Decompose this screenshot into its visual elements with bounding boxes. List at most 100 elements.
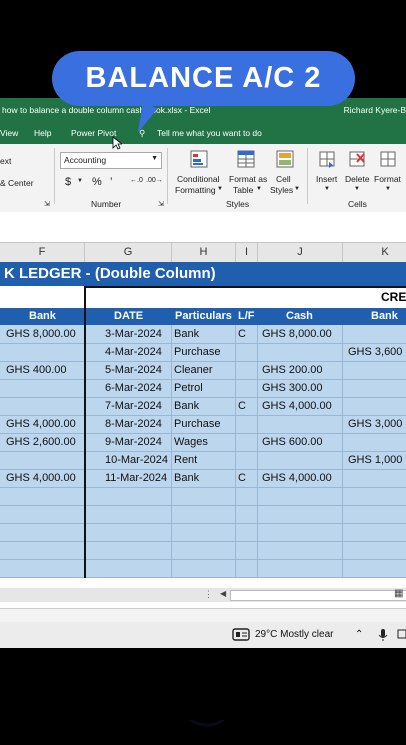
cell-cash[interactable]: GHS 4,000.00 [262, 400, 332, 412]
table-row[interactable]: 7-Mar-2024 Bank C GHS 4,000.00 [0, 397, 406, 416]
decrease-decimal-button[interactable]: .00→ [146, 177, 163, 184]
cell-particulars[interactable]: Bank [174, 400, 199, 412]
cell-bank-left[interactable]: GHS 2,600.00 [6, 436, 76, 448]
cell-date[interactable]: 5-Mar-2024 [105, 364, 162, 376]
delete-button[interactable]: Delete [345, 174, 370, 184]
ledger-title-row[interactable]: K LEDGER - (Double Column) [0, 262, 406, 286]
alignment-launcher-icon[interactable]: ⇲ [44, 200, 50, 208]
format-as-table-button[interactable]: Format as [229, 174, 267, 184]
network-icon[interactable] [397, 629, 406, 641]
cell-date[interactable]: 8-Mar-2024 [105, 418, 162, 430]
cell-bank-right[interactable]: GHS 1,000 [348, 454, 402, 466]
table-row[interactable]: 6-Mar-2024 Petrol GHS 300.00 [0, 379, 406, 398]
menu-help[interactable]: Help [34, 128, 51, 138]
table-row[interactable]: 10-Mar-2024 Rent GHS 1,000 [0, 451, 406, 470]
comma-button[interactable]: ’ [110, 176, 112, 188]
number-format-dropdown[interactable]: Accounting ▼ [60, 152, 162, 169]
table-row[interactable]: GHS 4,000.00 8-Mar-2024 Purchase GHS 3,000 [0, 415, 406, 434]
conditional-formatting-button[interactable]: Conditional [177, 174, 220, 184]
tray-chevron-up-icon[interactable]: ⌃ [355, 629, 363, 640]
column-header-i[interactable]: I [236, 246, 257, 258]
grid-view-icon[interactable]: ▦ [394, 588, 403, 599]
table-row[interactable]: GHS 4,000.00 11-Mar-2024 Bank C GHS 4,000.00 [0, 469, 406, 488]
cell-bank-left[interactable]: GHS 4,000.00 [6, 472, 76, 484]
table-row[interactable]: GHS 400.00 5-Mar-2024 Cleaner GHS 200.00 [0, 361, 406, 380]
scroll-options-icon[interactable]: ⋮ [204, 589, 213, 600]
scrollbar-thumb[interactable] [230, 590, 406, 601]
conditional-formatting-label2[interactable]: Formatting [175, 185, 216, 195]
table-row[interactable]: GHS 2,600.00 9-Mar-2024 Wages GHS 600.00 [0, 433, 406, 452]
cell-date[interactable]: 6-Mar-2024 [105, 382, 162, 394]
ribbon: ext & Center ⇲ Accounting ▼ $ ▼ % ’ ←.0 … [0, 144, 406, 213]
cell-date[interactable]: 11-Mar-2024 [105, 472, 167, 484]
cell-cash[interactable]: GHS 8,000.00 [262, 328, 332, 340]
cell-lf[interactable]: C [238, 472, 246, 484]
cell-date[interactable]: 9-Mar-2024 [105, 436, 162, 448]
format-as-table-label2[interactable]: Table [233, 185, 253, 195]
insert-button[interactable]: Insert [316, 174, 337, 184]
scroll-left-icon[interactable]: ◀ [220, 589, 226, 598]
wrap-text-button[interactable]: ext [0, 156, 11, 166]
cell-particulars[interactable]: Cleaner [174, 364, 213, 376]
cell-bank-right[interactable]: GHS 3,000 [348, 418, 402, 430]
cell-bank-right[interactable]: GHS 3,600 [348, 346, 402, 358]
currency-chevron-icon[interactable]: ▼ [77, 178, 83, 184]
column-header-j[interactable]: J [258, 246, 342, 258]
table-row[interactable] [0, 523, 406, 542]
section-divider [84, 308, 86, 578]
table-row[interactable] [0, 559, 406, 578]
weather-widget-icon[interactable] [232, 628, 250, 641]
horizontal-scrollbar[interactable]: ⋮ ◀ ▦ [0, 588, 406, 602]
menu-power-pivot[interactable]: Power Pivot [71, 128, 116, 138]
cell-particulars[interactable]: Bank [174, 328, 199, 340]
tell-me-search[interactable]: Tell me what you want to do [157, 128, 262, 138]
merge-center-button[interactable]: & Center [0, 178, 34, 188]
table-row[interactable]: GHS 8,000.00 3-Mar-2024 Bank C GHS 8,000.00 [0, 325, 406, 344]
cell-styles-button[interactable]: Cell [276, 174, 291, 184]
cell-date[interactable]: 10-Mar-2024 [105, 454, 168, 466]
cell-bank-left[interactable]: GHS 400.00 [6, 364, 67, 376]
cell-lf[interactable]: C [238, 400, 246, 412]
increase-decimal-button[interactable]: ←.0 [130, 177, 143, 184]
column-header-k[interactable]: K [343, 246, 406, 258]
cell-particulars[interactable]: Rent [174, 454, 197, 466]
chevron-down-icon: ▼ [385, 186, 391, 192]
currency-button[interactable]: $ [65, 176, 71, 188]
table-row[interactable] [0, 505, 406, 524]
header-lf: L/F [238, 310, 255, 322]
section-divider [84, 286, 86, 308]
cell-styles-label2[interactable]: Styles [270, 185, 293, 195]
cell-cash[interactable]: GHS 300.00 [262, 382, 323, 394]
ledger-header-row[interactable]: Bank DATE Particulars L/F Cash Bank [0, 308, 406, 325]
cell-date[interactable]: 7-Mar-2024 [105, 400, 162, 412]
user-name[interactable]: Richard Kyere-B [344, 105, 406, 115]
cell-particulars[interactable]: Purchase [174, 418, 220, 430]
cell-cash[interactable]: GHS 200.00 [262, 364, 323, 376]
cell-bank-left[interactable]: GHS 8,000.00 [6, 328, 76, 340]
header-particulars: Particulars [175, 310, 232, 322]
cell-particulars[interactable]: Purchase [174, 346, 220, 358]
table-row[interactable] [0, 487, 406, 506]
weather-text[interactable]: 29°C Mostly clear [255, 629, 333, 640]
credit-label-row[interactable]: CRE [0, 286, 406, 309]
cell-particulars[interactable]: Bank [174, 472, 199, 484]
microphone-icon[interactable] [378, 628, 388, 642]
table-row[interactable] [0, 541, 406, 560]
format-button[interactable]: Format [374, 174, 401, 184]
cell-date[interactable]: 4-Mar-2024 [105, 346, 162, 358]
cell-date[interactable]: 3-Mar-2024 [105, 328, 162, 340]
cell-cash[interactable]: GHS 600.00 [262, 436, 323, 448]
number-launcher-icon[interactable]: ⇲ [158, 200, 164, 208]
column-header-h[interactable]: H [172, 246, 235, 258]
menu-bar: View Help Power Pivot ⚲ Tell me what you… [0, 122, 406, 144]
cell-lf[interactable]: C [238, 328, 246, 340]
cell-cash[interactable]: GHS 4,000.00 [262, 472, 332, 484]
percent-button[interactable]: % [92, 176, 102, 188]
column-header-f[interactable]: F [0, 246, 84, 258]
menu-view[interactable]: View [0, 128, 18, 138]
cell-particulars[interactable]: Wages [174, 436, 208, 448]
table-row[interactable]: 4-Mar-2024 Purchase GHS 3,600 [0, 343, 406, 362]
cell-bank-left[interactable]: GHS 4,000.00 [6, 418, 76, 430]
column-header-g[interactable]: G [85, 246, 171, 258]
cell-particulars[interactable]: Petrol [174, 382, 203, 394]
